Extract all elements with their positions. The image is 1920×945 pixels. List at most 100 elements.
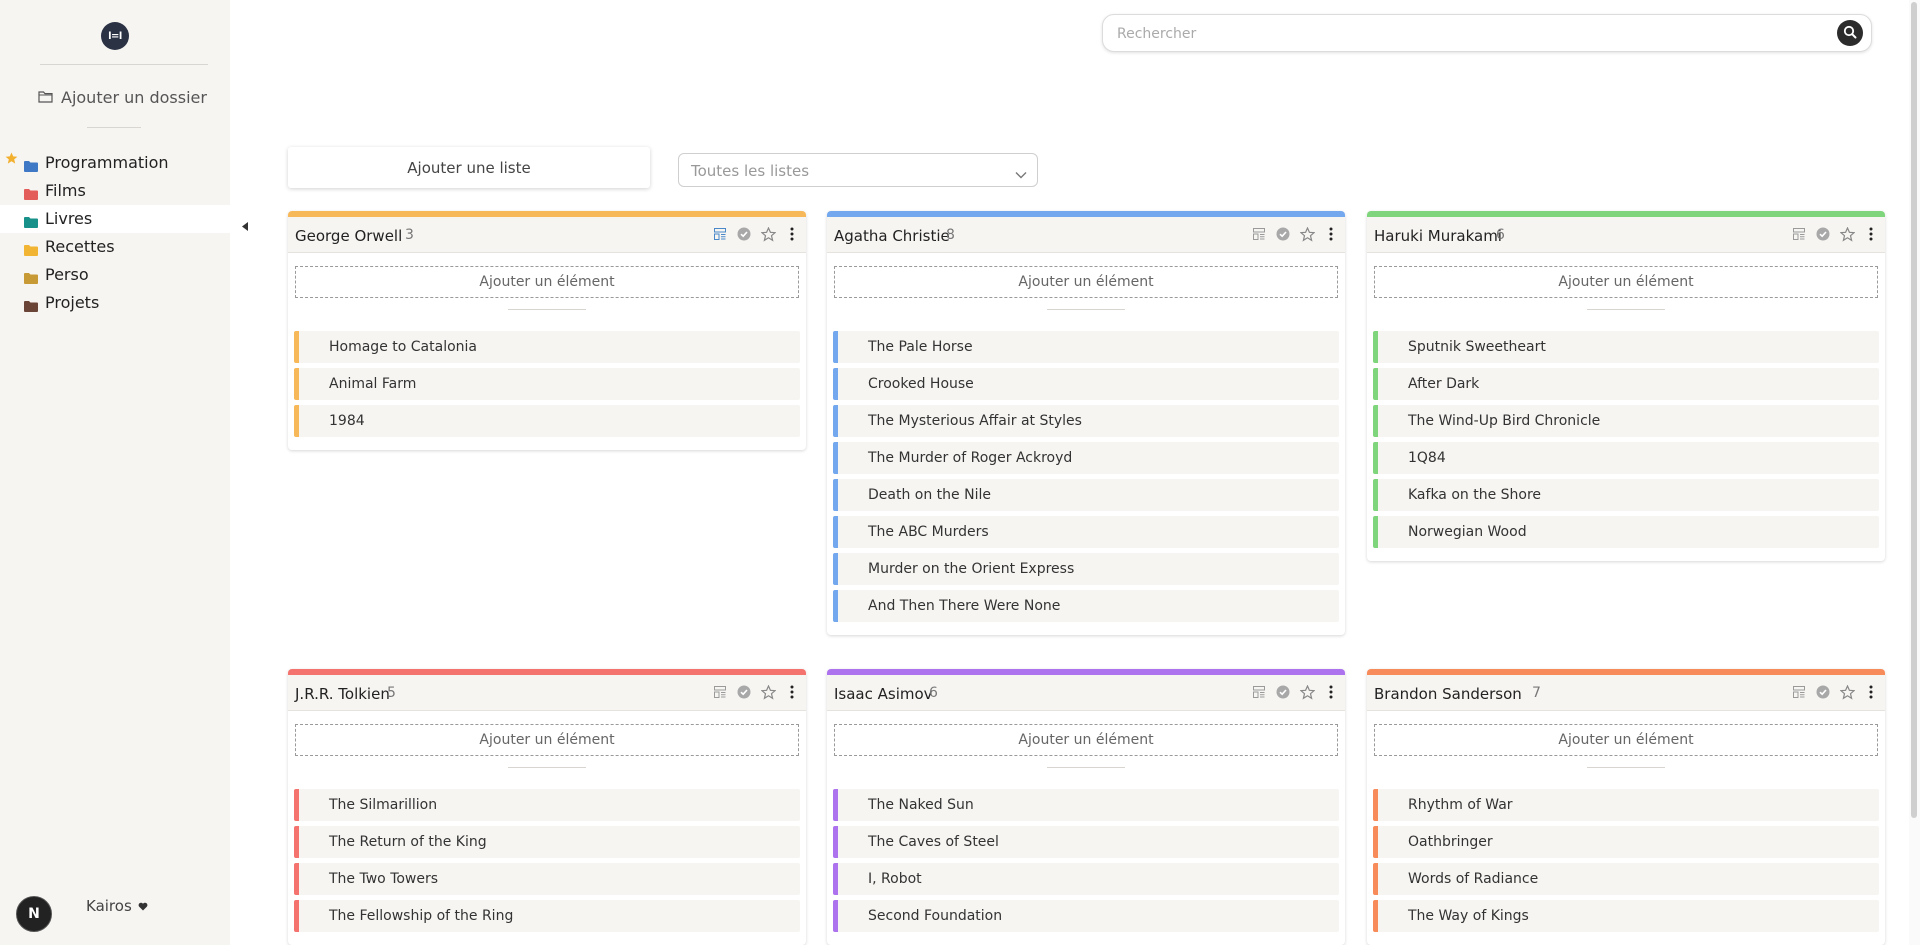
- sidebar-folder-livres[interactable]: Livres: [0, 205, 230, 233]
- star-outline-icon[interactable]: [760, 684, 776, 700]
- list-title[interactable]: J.R.R. Tolkien: [295, 685, 390, 703]
- star-outline-icon[interactable]: [1299, 684, 1315, 700]
- star-icon: [5, 150, 18, 169]
- check-circle-icon[interactable]: [1815, 226, 1831, 242]
- list-title[interactable]: George Orwell: [295, 227, 402, 245]
- list-item[interactable]: Rhythm of War: [1373, 789, 1879, 821]
- heart-icon: [138, 897, 148, 915]
- list-item[interactable]: 1984: [294, 405, 800, 437]
- add-item-button[interactable]: Ajouter un élément: [1374, 266, 1878, 298]
- star-outline-icon[interactable]: [1839, 684, 1855, 700]
- folder-icon: [24, 297, 38, 316]
- more-vertical-icon[interactable]: [784, 226, 800, 242]
- list-header: George Orwell 3: [288, 217, 806, 253]
- list-item[interactable]: Animal Farm: [294, 368, 800, 400]
- page-scrollbar[interactable]: [1909, 0, 1920, 945]
- add-folder-label: Ajouter un dossier: [61, 88, 207, 107]
- list-item[interactable]: Crooked House: [833, 368, 1339, 400]
- check-circle-icon[interactable]: [736, 684, 752, 700]
- layout-icon[interactable]: [712, 684, 728, 700]
- list-title[interactable]: Brandon Sanderson: [1374, 685, 1522, 703]
- list-item[interactable]: The Wind-Up Bird Chronicle: [1373, 405, 1879, 437]
- check-circle-icon[interactable]: [1815, 684, 1831, 700]
- list-title[interactable]: Agatha Christie: [834, 227, 950, 245]
- star-outline-icon[interactable]: [1839, 226, 1855, 242]
- sidebar-divider: [40, 64, 208, 65]
- list-item[interactable]: The Fellowship of the Ring: [294, 900, 800, 932]
- list-item[interactable]: The Pale Horse: [833, 331, 1339, 363]
- list-item[interactable]: I, Robot: [833, 863, 1339, 895]
- list-divider: [1587, 767, 1665, 768]
- app-logo[interactable]: l=l: [101, 22, 129, 50]
- more-vertical-icon[interactable]: [1323, 684, 1339, 700]
- add-list-button[interactable]: Ajouter une liste: [288, 147, 650, 188]
- list-filter-select[interactable]: Toutes les listes: [678, 153, 1038, 187]
- add-item-button[interactable]: Ajouter un élément: [295, 724, 799, 756]
- list-item[interactable]: Murder on the Orient Express: [833, 553, 1339, 585]
- chevron-down-icon: [1015, 164, 1027, 183]
- list-item[interactable]: Second Foundation: [833, 900, 1339, 932]
- layout-icon[interactable]: [1791, 684, 1807, 700]
- list-item[interactable]: Oathbringer: [1373, 826, 1879, 858]
- list-item[interactable]: After Dark: [1373, 368, 1879, 400]
- avatar[interactable]: N: [16, 896, 52, 932]
- layout-icon[interactable]: [1251, 226, 1267, 242]
- add-item-button[interactable]: Ajouter un élément: [295, 266, 799, 298]
- list-item[interactable]: The ABC Murders: [833, 516, 1339, 548]
- list-item[interactable]: Death on the Nile: [833, 479, 1339, 511]
- list-item[interactable]: The Two Towers: [294, 863, 800, 895]
- list-item[interactable]: The Naked Sun: [833, 789, 1339, 821]
- check-circle-icon[interactable]: [1275, 226, 1291, 242]
- list-item[interactable]: 1Q84: [1373, 442, 1879, 474]
- list-count: 5: [387, 685, 396, 701]
- list-item[interactable]: The Return of the King: [294, 826, 800, 858]
- star-outline-icon[interactable]: [1299, 226, 1315, 242]
- add-item-button[interactable]: Ajouter un élément: [1374, 724, 1878, 756]
- layout-icon[interactable]: [1251, 684, 1267, 700]
- layout-icon[interactable]: [1791, 226, 1807, 242]
- sidebar-folder-films[interactable]: Films: [0, 177, 230, 205]
- add-folder-button[interactable]: Ajouter un dossier: [38, 88, 207, 107]
- list-item[interactable]: Norwegian Wood: [1373, 516, 1879, 548]
- user-menu[interactable]: Kairos: [86, 897, 148, 915]
- search-button[interactable]: [1837, 20, 1863, 46]
- more-vertical-icon[interactable]: [1863, 684, 1879, 700]
- list-item-label: The ABC Murders: [868, 524, 989, 540]
- sidebar-folder-label: Programmation: [45, 153, 169, 172]
- list-item[interactable]: Words of Radiance: [1373, 863, 1879, 895]
- add-item-button[interactable]: Ajouter un élément: [834, 266, 1338, 298]
- list-item-label: 1984: [329, 413, 365, 429]
- star-outline-icon[interactable]: [760, 226, 776, 242]
- sidebar-folder-programmation[interactable]: Programmation: [0, 149, 230, 177]
- list-item[interactable]: The Caves of Steel: [833, 826, 1339, 858]
- layout-icon[interactable]: [712, 226, 728, 242]
- sidebar-folder-perso[interactable]: Perso: [0, 261, 230, 289]
- check-circle-icon[interactable]: [736, 226, 752, 242]
- list-item[interactable]: The Silmarillion: [294, 789, 800, 821]
- list-item[interactable]: Kafka on the Shore: [1373, 479, 1879, 511]
- scrollbar-thumb[interactable]: [1911, 2, 1917, 818]
- sidebar-folder-recettes[interactable]: Recettes: [0, 233, 230, 261]
- list-divider: [1047, 309, 1125, 310]
- collapse-sidebar-icon[interactable]: [242, 216, 248, 235]
- list-item[interactable]: Sputnik Sweetheart: [1373, 331, 1879, 363]
- list-item[interactable]: Homage to Catalonia: [294, 331, 800, 363]
- sidebar-folder-projets[interactable]: Projets: [0, 289, 230, 317]
- sidebar-folder-label: Recettes: [45, 237, 115, 256]
- list-item[interactable]: And Then There Were None: [833, 590, 1339, 622]
- more-vertical-icon[interactable]: [784, 684, 800, 700]
- list-title[interactable]: Haruki Murakami: [1374, 227, 1502, 245]
- list-title[interactable]: Isaac Asimov: [834, 685, 933, 703]
- check-circle-icon[interactable]: [1275, 684, 1291, 700]
- search-input[interactable]: [1115, 23, 1819, 45]
- list-item[interactable]: The Mysterious Affair at Styles: [833, 405, 1339, 437]
- list-item-label: After Dark: [1408, 376, 1480, 392]
- list-item[interactable]: The Way of Kings: [1373, 900, 1879, 932]
- add-item-button[interactable]: Ajouter un élément: [834, 724, 1338, 756]
- list-items: Sputnik Sweetheart After Dark The Wind-Up …: [1367, 331, 1885, 561]
- folder-icon: [24, 269, 38, 288]
- more-vertical-icon[interactable]: [1323, 226, 1339, 242]
- more-vertical-icon[interactable]: [1863, 226, 1879, 242]
- list-item-label: Crooked House: [868, 376, 974, 392]
- list-item[interactable]: The Murder of Roger Ackroyd: [833, 442, 1339, 474]
